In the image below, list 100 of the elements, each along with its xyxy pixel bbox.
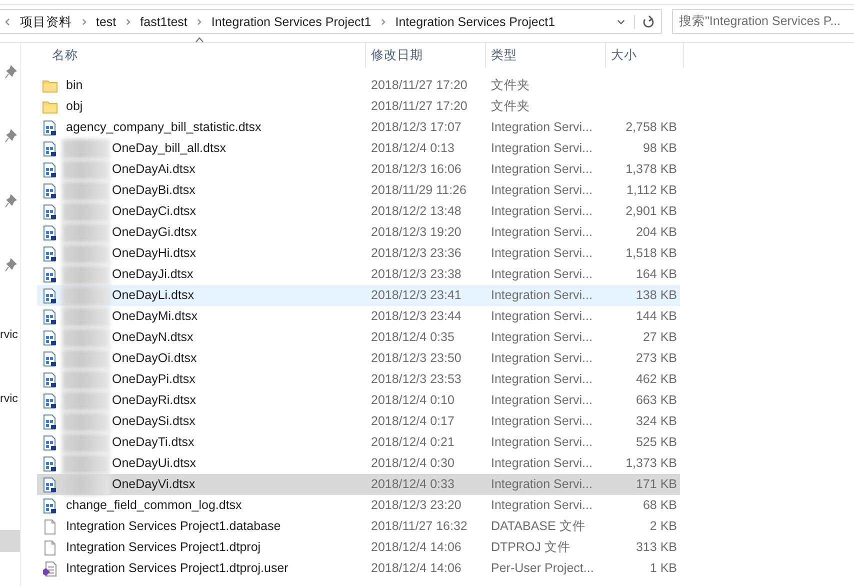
- file-name: OneDayMi.dtsx: [112, 308, 198, 325]
- file-row[interactable]: OneDayVi.dtsx 2018/12/4 0:33 Integration Servi... 171 KB: [37, 474, 680, 495]
- file-row[interactable]: OneDayOi.dtsx 2018/12/3 23:50 Integration Servi... 273 KB: [37, 348, 680, 369]
- file-row[interactable]: bin 2018/11/27 17:20 文件夹: [37, 75, 680, 96]
- modified-date: 2018/12/3 23:41: [370, 287, 462, 304]
- package-file-icon: [42, 140, 58, 156]
- package-file-icon: [42, 182, 58, 198]
- file-size: 164 KB: [634, 266, 678, 283]
- file-row[interactable]: OneDayTi.dtsx 2018/12/4 0:21 Integration Servi... 525 KB: [37, 432, 680, 453]
- file-row[interactable]: OneDayCi.dtsx 2018/12/2 13:48 Integration Servi... 2,901 KB: [37, 201, 680, 222]
- file-type: Integration Servi...: [490, 245, 594, 262]
- file-size: 1 KB: [648, 560, 678, 577]
- file-row[interactable]: OneDay_bill_all.dtsx 2018/12/4 0:13 Integration Servi... 98 KB: [37, 138, 680, 159]
- modified-date: 2018/12/4 0:13: [370, 140, 456, 157]
- chevron-icon: [195, 18, 204, 26]
- file-size: 663 KB: [634, 392, 678, 409]
- dropdown-icon: [617, 18, 625, 26]
- file-row[interactable]: OneDayJi.dtsx 2018/12/3 23:38 Integration Servi... 164 KB: [37, 264, 680, 285]
- file-row[interactable]: OneDayBi.dtsx 2018/11/29 11:26 Integration Servi... 1,112 KB: [37, 180, 680, 201]
- modified-date: 2018/12/4 14:06: [370, 560, 462, 577]
- file-size: 68 KB: [642, 497, 678, 514]
- file-row[interactable]: OneDayRi.dtsx 2018/12/4 0:10 Integration Servi... 663 KB: [37, 390, 680, 411]
- nav-item[interactable]: rvic: [0, 387, 18, 412]
- breadcrumb-item[interactable]: Integration Services Project1: [207, 12, 376, 32]
- package-file-icon: [42, 330, 58, 346]
- package-file-icon: [42, 224, 58, 240]
- file-row[interactable]: OneDayGi.dtsx 2018/12/3 19:20 Integration Servi... 204 KB: [37, 222, 680, 243]
- file-row[interactable]: OneDayUi.dtsx 2018/12/4 0:30 Integration Servi... 1,373 KB: [37, 453, 680, 474]
- breadcrumb-item[interactable]: test: [92, 12, 120, 32]
- file-type: Per-User Project...: [490, 560, 595, 577]
- file-size: 98 KB: [642, 140, 678, 157]
- file-size: 27 KB: [642, 329, 678, 346]
- file-size: 2 KB: [648, 518, 678, 535]
- file-type: Integration Servi...: [490, 287, 594, 304]
- file-type: Integration Servi...: [490, 371, 594, 388]
- file-type: Integration Servi...: [490, 497, 594, 514]
- address-bar[interactable]: 项目资料 test fast1test Integration Services Project1 Integration Services Project1: [0, 9, 662, 34]
- breadcrumb-item[interactable]: fast1test: [136, 12, 192, 32]
- nav-item[interactable]: rvic: [0, 322, 18, 347]
- file-row[interactable]: OneDayAi.dtsx 2018/12/3 16:06 Integration Servi... 1,378 KB: [37, 159, 680, 180]
- file-size: 1,518 KB: [624, 245, 678, 262]
- column-header[interactable]: 大小: [606, 43, 684, 68]
- file-type: Integration Servi...: [490, 434, 594, 451]
- package-file-icon: [42, 456, 58, 472]
- file-row[interactable]: OneDayPi.dtsx 2018/12/3 23:53 Integration Servi... 462 KB: [37, 369, 680, 390]
- file-type: DTPROJ 文件: [490, 539, 572, 556]
- package-file-icon: [42, 308, 58, 324]
- file-name: OneDayUi.dtsx: [112, 455, 196, 472]
- file-name: change_field_common_log.dtsx: [66, 497, 242, 514]
- search-field[interactable]: 搜索"Integration Services P...: [672, 9, 854, 34]
- pin-icon: [5, 129, 17, 144]
- modified-date: 2018/12/3 16:06: [370, 161, 462, 178]
- modified-date: 2018/11/27 17:20: [370, 98, 468, 115]
- file-size: 171 KB: [634, 476, 678, 493]
- file-type: Integration Servi...: [490, 182, 594, 199]
- file-name: OneDay_bill_all.dtsx: [112, 140, 226, 157]
- column-header[interactable]: 修改日期: [366, 43, 486, 68]
- file-name: OneDayVi.dtsx: [112, 476, 196, 493]
- package-file-icon: [42, 372, 58, 388]
- file-row[interactable]: change_field_common_log.dtsx 2018/12/3 23:20 Integration Servi... 68 KB: [37, 495, 680, 516]
- file-name: OneDayGi.dtsx: [112, 224, 197, 241]
- package-file-icon: [42, 392, 58, 408]
- column-header[interactable]: 名称: [37, 43, 366, 68]
- file-row[interactable]: OneDayMi.dtsx 2018/12/3 23:44 Integration Servi... 144 KB: [37, 306, 680, 327]
- chevron-icon: [4, 18, 12, 26]
- file-row[interactable]: OneDayLi.dtsx 2018/12/3 23:41 Integration Servi... 138 KB: [37, 285, 680, 306]
- file-name: Integration Services Project1.dtproj.user: [66, 560, 288, 577]
- package-file-icon: [42, 266, 58, 282]
- chevron-icon: [80, 18, 88, 26]
- file-row[interactable]: obj 2018/11/27 17:20 文件夹: [37, 96, 680, 117]
- pin-icon: [5, 258, 17, 274]
- file-row[interactable]: Integration Services Project1.dtproj.user 2018/12/4 14:06 Per-User Project... 1 KB: [37, 558, 680, 579]
- file-type: 文件夹: [490, 77, 531, 94]
- file-row[interactable]: Integration Services Project1.database 2018/11/27 16:32 DATABASE 文件 2 KB: [37, 516, 680, 537]
- modified-date: 2018/12/3 23:20: [370, 497, 462, 514]
- package-file-icon: [42, 246, 58, 262]
- modified-date: 2018/12/4 0:17: [370, 413, 456, 430]
- modified-date: 2018/11/29 11:26: [370, 182, 468, 199]
- modified-date: 2018/12/3 23:53: [370, 371, 462, 388]
- file-size: 462 KB: [634, 371, 678, 388]
- refresh-icon: [642, 14, 654, 28]
- file-row[interactable]: OneDayHi.dtsx 2018/12/3 23:36 Integration Servi... 1,518 KB: [37, 243, 680, 264]
- column-header[interactable]: 类型: [486, 43, 606, 68]
- modified-date: 2018/12/3 23:38: [370, 266, 462, 283]
- file-name: OneDaySi.dtsx: [112, 413, 196, 430]
- file-name: OneDayJi.dtsx: [112, 266, 194, 283]
- file-name: OneDayN.dtsx: [112, 329, 194, 346]
- file-type: Integration Servi...: [490, 329, 594, 346]
- file-type: Integration Servi...: [490, 224, 594, 241]
- breadcrumb-item[interactable]: Integration Services Project1: [391, 12, 560, 32]
- file-name: Integration Services Project1.dtproj: [66, 539, 261, 556]
- file-row[interactable]: OneDayN.dtsx 2018/12/4 0:35 Integration Servi... 27 KB: [37, 327, 680, 348]
- file-size: 144 KB: [634, 308, 678, 325]
- file-name: OneDayHi.dtsx: [112, 245, 196, 262]
- breadcrumb-item[interactable]: 项目资料: [16, 12, 76, 32]
- file-row[interactable]: Integration Services Project1.dtproj 2018/12/4 14:06 DTPROJ 文件 313 KB: [37, 537, 680, 558]
- file-row[interactable]: agency_company_bill_statistic.dtsx 2018/12/3 17:07 Integration Servi... 2,758 KB: [37, 117, 680, 138]
- file-type: Integration Servi...: [490, 203, 594, 220]
- folder-icon: [42, 98, 58, 114]
- file-row[interactable]: OneDaySi.dtsx 2018/12/4 0:17 Integration Servi... 324 KB: [37, 411, 680, 432]
